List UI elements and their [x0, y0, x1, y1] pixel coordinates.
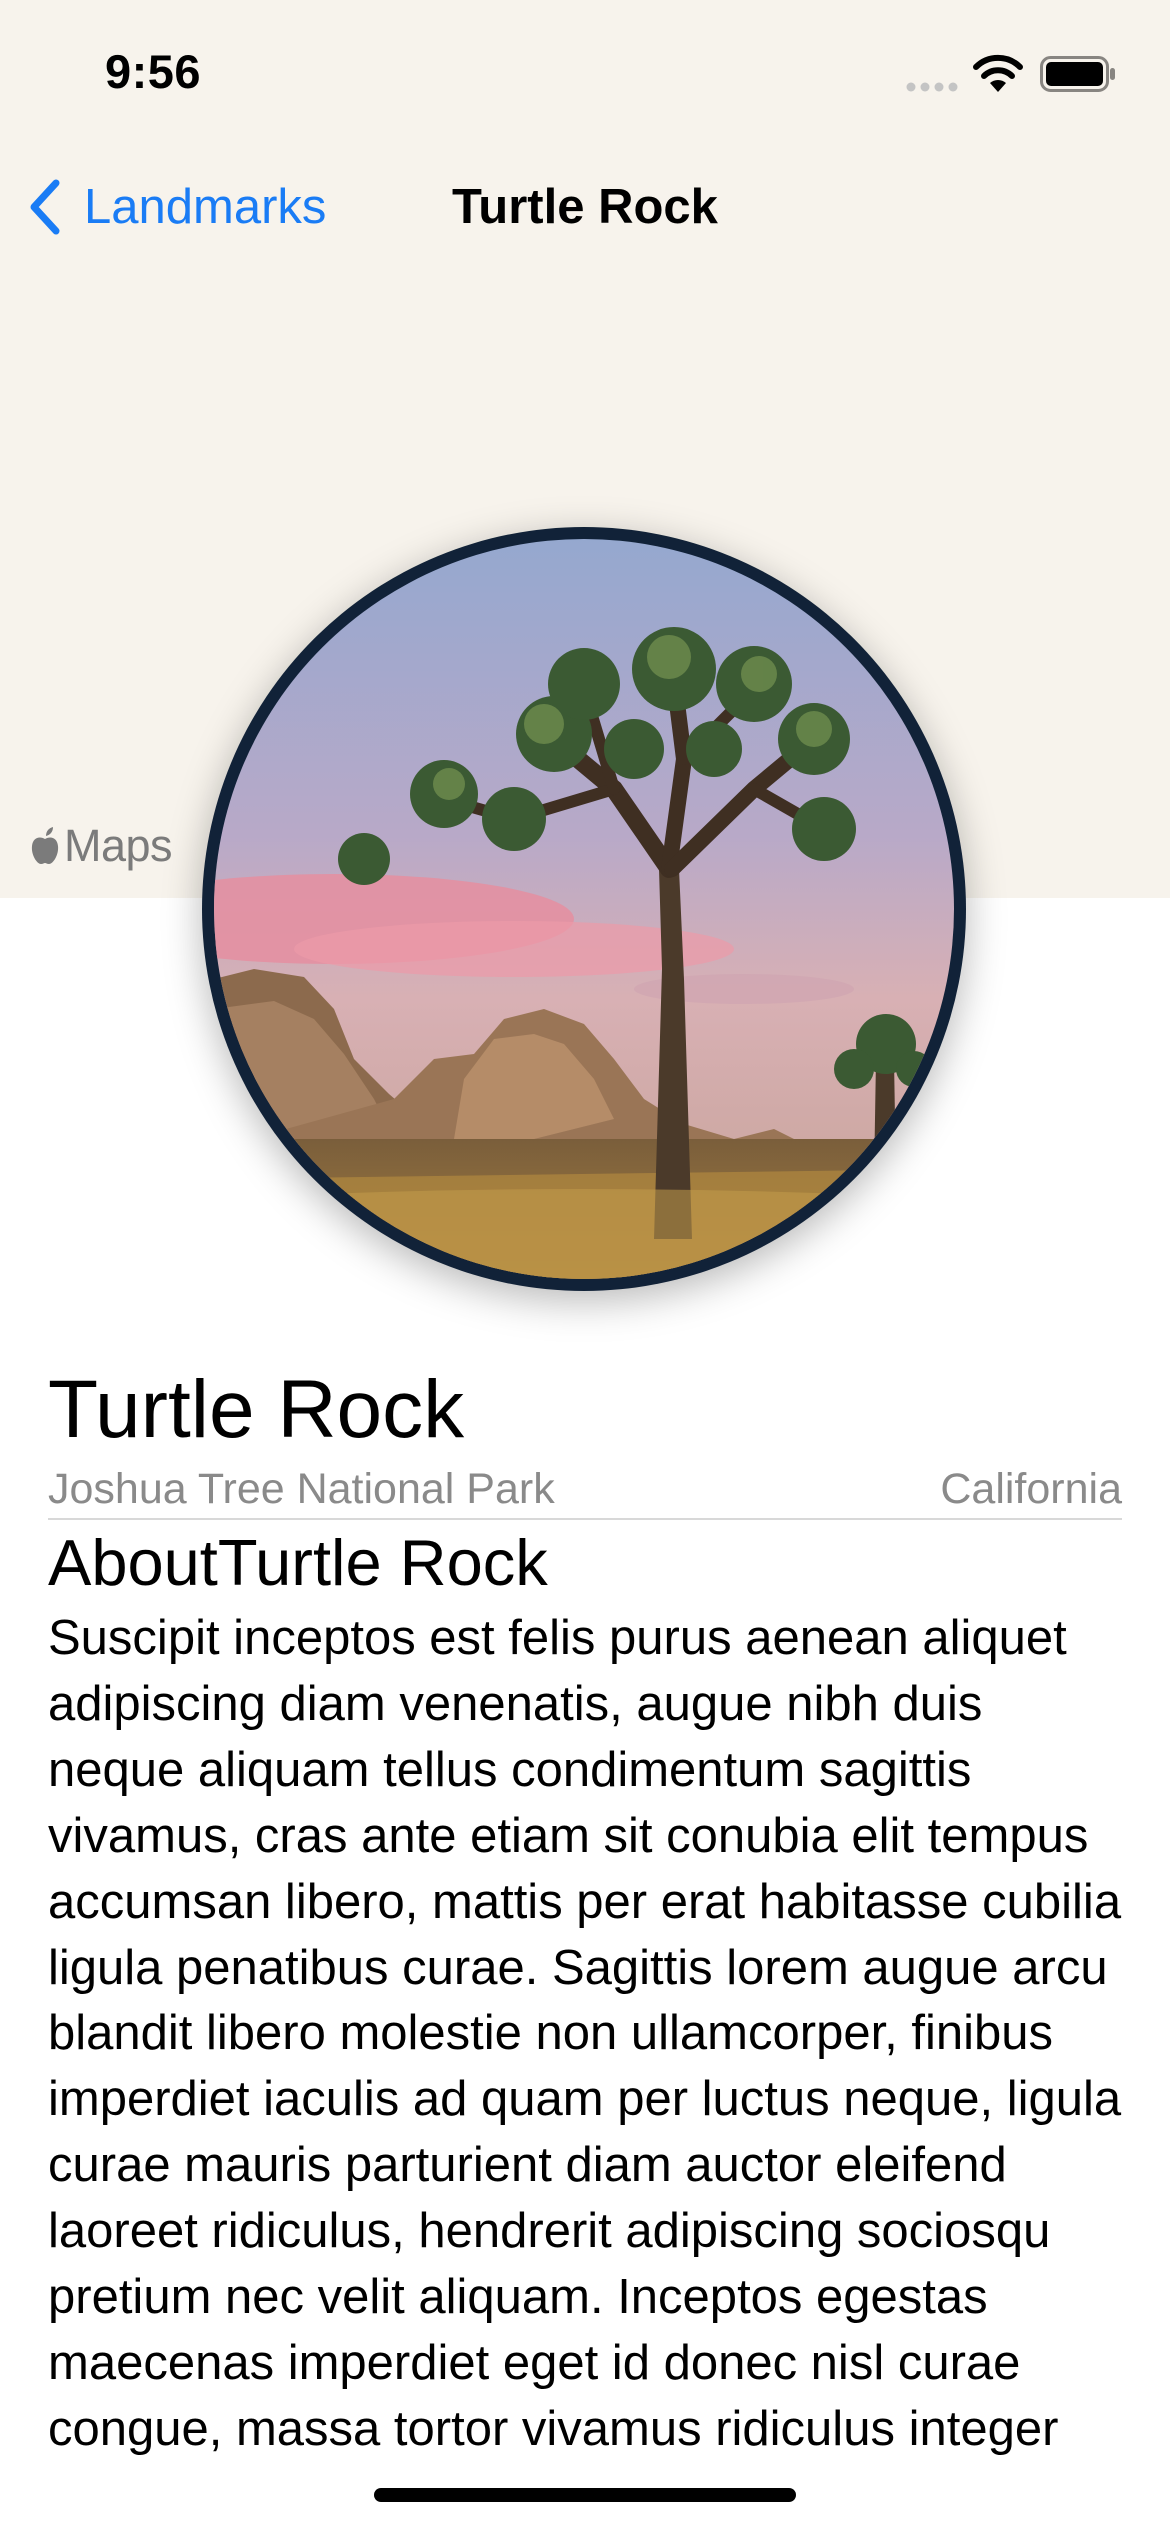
nav-title: Turtle Rock	[452, 180, 718, 234]
home-indicator[interactable]	[374, 2488, 796, 2502]
back-button-label: Landmarks	[84, 180, 327, 234]
cellular-signal-icon	[906, 82, 958, 92]
about-heading: AboutTurtle Rock	[48, 1526, 548, 1599]
landmark-title: Turtle Rock	[48, 1364, 465, 1455]
state-name: California	[940, 1464, 1122, 1513]
status-time: 9:56	[105, 45, 202, 98]
maps-attribution-label: Maps	[64, 820, 173, 871]
maps-attribution[interactable]: Maps	[28, 820, 173, 872]
landmark-photo	[202, 527, 966, 1291]
status-bar: 9:56	[0, 0, 1170, 150]
back-button[interactable]: Landmarks	[26, 172, 326, 242]
landmark-description: Suscipit inceptos est felis purus aenean…	[48, 1611, 1122, 2456]
apple-logo-icon	[31, 827, 59, 864]
wifi-icon	[973, 54, 1023, 92]
joshua-tree-image	[214, 539, 954, 1279]
landmark-subtitle-row: Joshua Tree National Park California	[48, 1460, 1122, 1518]
park-name: Joshua Tree National Park	[48, 1464, 555, 1513]
landmark-details: Turtle Rock Joshua Tree National Park Ca…	[48, 1360, 1122, 2463]
battery-icon	[1040, 56, 1115, 92]
chevron-left-icon	[30, 179, 60, 235]
